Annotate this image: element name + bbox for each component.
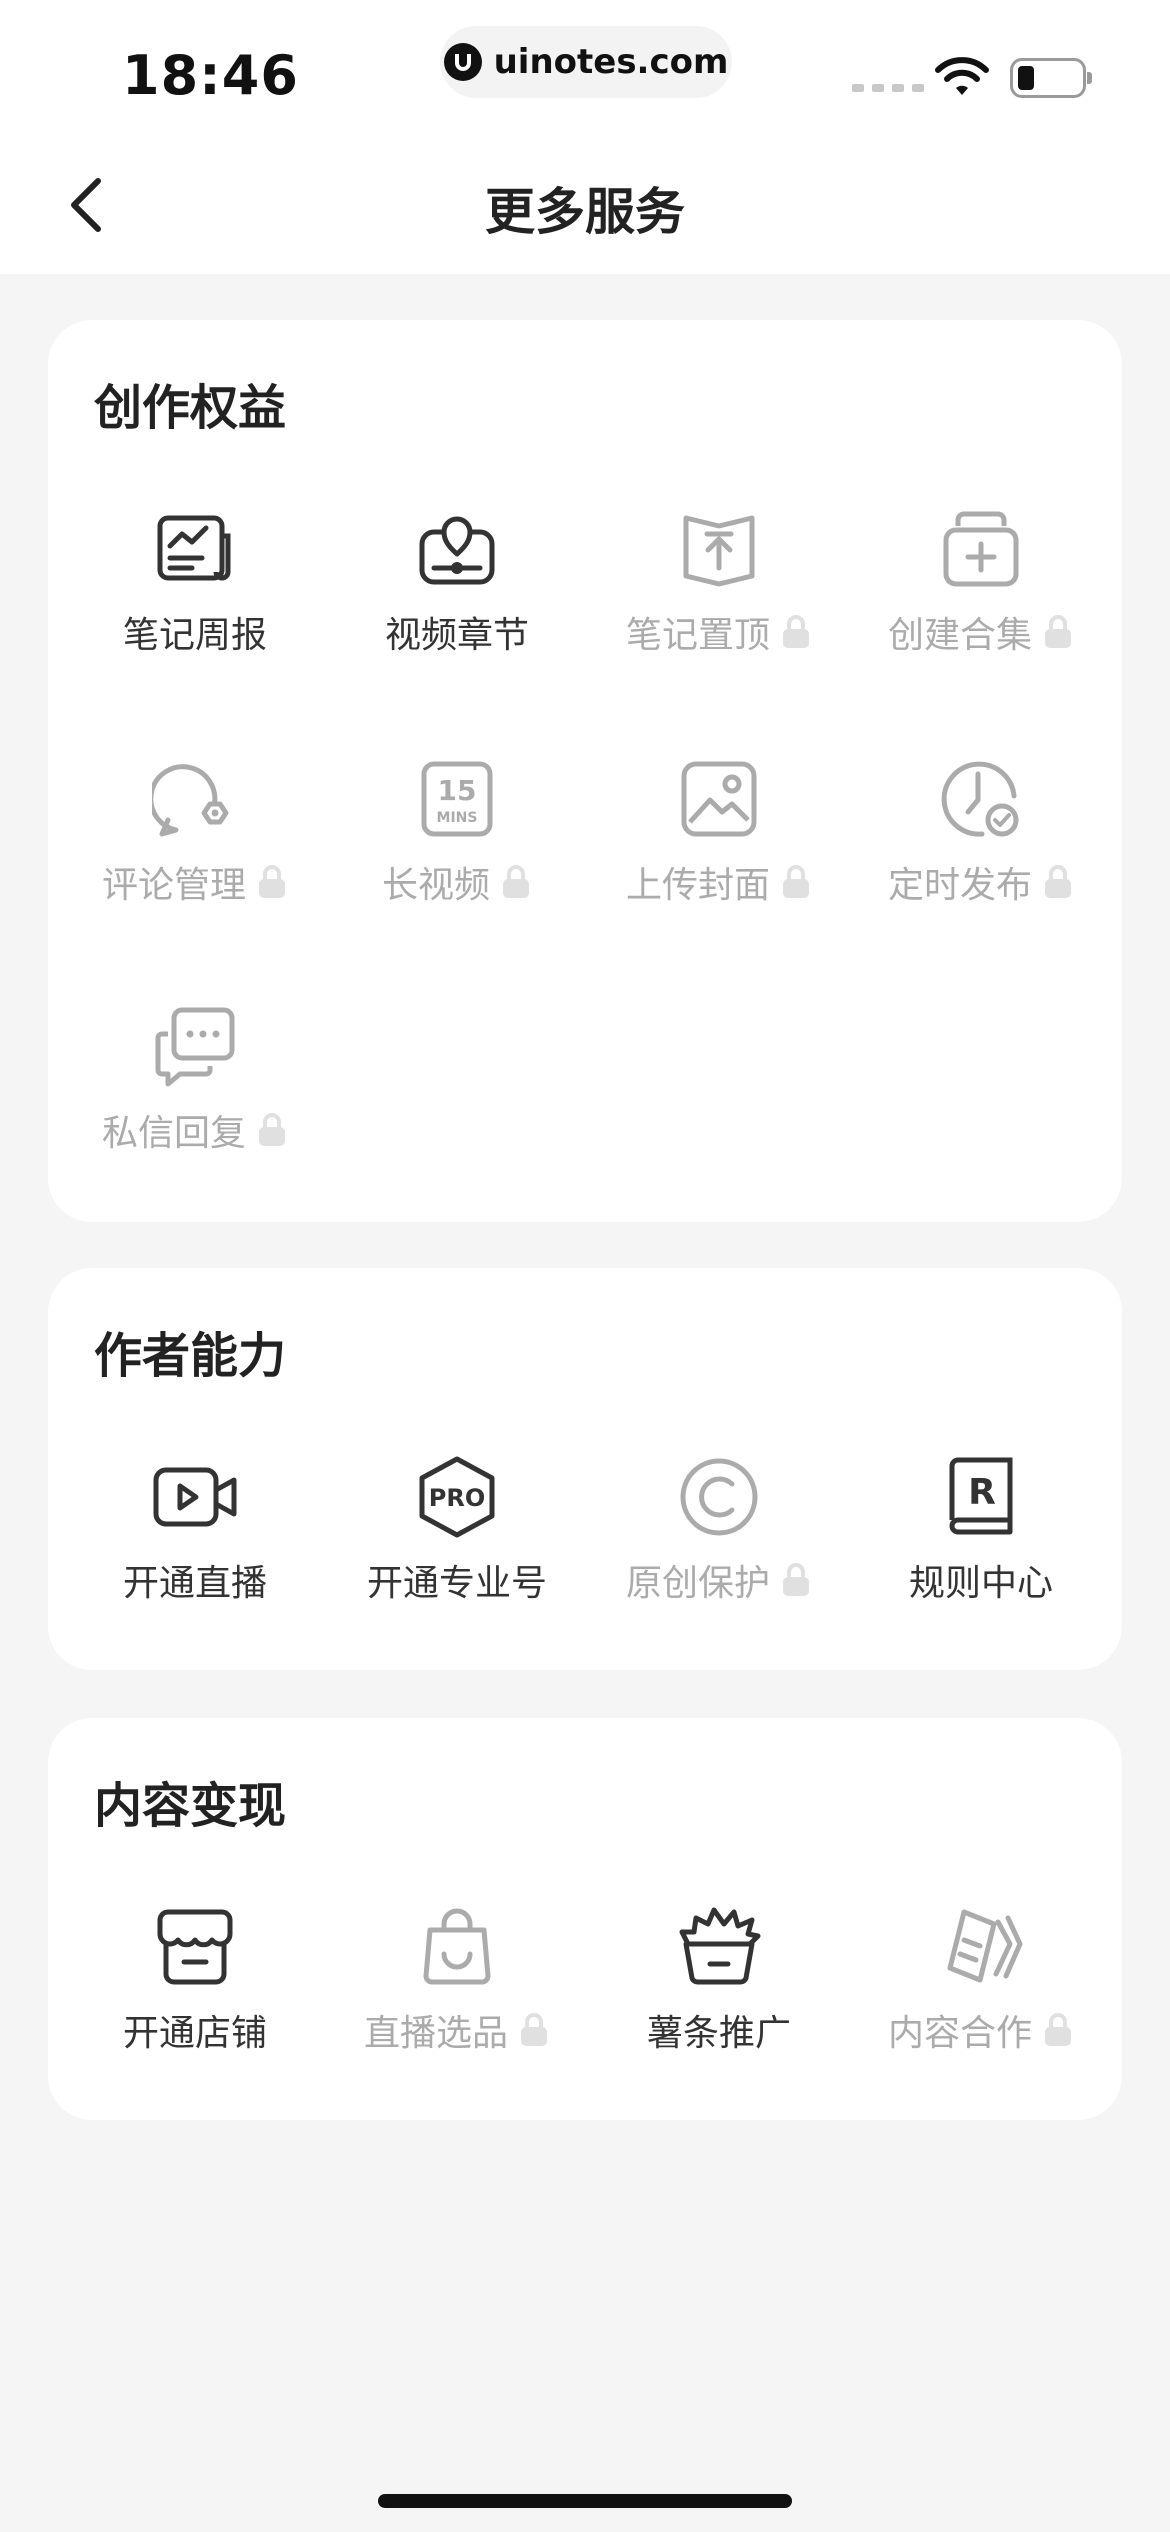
home-indicator [378,2494,792,2508]
lock-icon [1045,865,1071,898]
service-label: 原创保护 [625,1563,770,1604]
wifi-icon [935,57,989,95]
service-pin-top[interactable]: 笔记置顶 [588,506,850,686]
service-label: 薯条推广 [646,2013,791,2054]
shopping-bag-icon [423,1908,491,1985]
page-title: 更多服务 [485,183,685,241]
svg-text:PRO: PRO [429,1484,485,1512]
service-label: 创建合集 [887,615,1032,656]
weekly-report-icon [157,515,231,581]
service-message-reply[interactable]: 私信回复 [64,1004,326,1184]
service-label: 笔记置顶 [625,615,770,656]
lock-icon [783,1563,809,1596]
lock-icon [1045,2013,1071,2046]
site-logo-icon [443,43,482,81]
service-long-video[interactable]: 15 MINS 长视频 [326,756,588,936]
lock-icon [259,865,285,898]
content-coop-icon [947,1909,1023,1983]
lock-icon [783,865,809,898]
service-label: 开通直播 [122,1563,267,1604]
service-label: 视频章节 [384,615,529,656]
section-title: 内容变现 [94,1778,287,1834]
service-rule-center[interactable]: R 规则中心 [850,1454,1112,1634]
service-fries-promotion[interactable]: 薯条推广 [588,1904,850,2084]
card-author-abilities: 作者能力 开通直播 PRO 开通专业号 原创保护 R 规则中心 [48,1268,1122,1670]
live-video-icon [153,1467,237,1527]
battery-icon [1010,58,1092,98]
service-copyright-protect[interactable]: 原创保护 [588,1454,850,1634]
svg-text:R: R [968,1472,996,1513]
service-video-chapter[interactable]: 视频章节 [326,506,588,686]
copyright-icon [680,1458,758,1536]
service-comment-manage[interactable]: 评论管理 [64,756,326,936]
service-label: 评论管理 [101,865,246,906]
card-content-monetization: 内容变现 开通店铺 直播选品 薯条推广 内容合作 [48,1718,1122,2120]
scheduled-publish-icon [941,761,1019,837]
service-label: 上传封面 [625,865,770,906]
store-icon [157,1909,233,1985]
pin-top-icon [683,515,755,587]
status-time: 18:46 [122,44,299,107]
url-text: uinotes.com [493,42,729,82]
rule-book-icon: R [949,1457,1013,1535]
svg-text:MINS: MINS [437,810,478,826]
service-label: 内容合作 [887,2013,1032,2054]
section-title: 创作权益 [94,380,287,436]
service-label: 私信回复 [101,1113,246,1154]
lock-icon [521,2013,547,2046]
service-upload-cover[interactable]: 上传封面 [588,756,850,936]
service-open-live[interactable]: 开通直播 [64,1454,326,1634]
url-pill[interactable]: uinotes.com [440,26,732,98]
service-open-pro[interactable]: PRO 开通专业号 [326,1454,588,1634]
service-label: 长视频 [381,865,490,906]
message-reply-icon [155,1007,235,1087]
service-content-cooperation[interactable]: 内容合作 [850,1904,1112,2084]
create-collection-icon [943,511,1019,587]
nav-header: 更多服务 [0,140,1170,274]
upload-cover-icon [681,761,757,837]
service-live-product[interactable]: 直播选品 [326,1904,588,2084]
signal-icon [852,84,924,92]
service-label: 规则中心 [908,1563,1053,1604]
service-create-collection[interactable]: 创建合集 [850,506,1112,686]
card-creation-rights: 创作权益 笔记周报 视频章节 笔记置顶 创建合集 评论管理 15 MINS 长视… [48,320,1122,1222]
svg-text:15: 15 [438,774,477,807]
video-chapter-icon [419,516,495,585]
lock-icon [259,1113,285,1146]
pro-badge-icon: PRO [419,1456,495,1538]
service-label: 直播选品 [363,2013,508,2054]
lock-icon [503,865,529,898]
status-bar: 18:46 uinotes.com [0,0,1170,140]
service-open-store[interactable]: 开通店铺 [64,1904,326,2084]
service-weekly-report[interactable]: 笔记周报 [64,506,326,686]
lock-icon [1045,615,1071,648]
comment-manage-icon [152,764,229,837]
fries-promo-icon [679,1907,761,1985]
long-video-icon: 15 MINS [421,761,493,837]
service-label: 笔记周报 [122,615,267,656]
section-title: 作者能力 [94,1328,287,1384]
service-label: 开通专业号 [366,1563,547,1604]
service-scheduled-publish[interactable]: 定时发布 [850,756,1112,936]
service-label: 定时发布 [887,865,1032,906]
service-label: 开通店铺 [122,2013,267,2054]
lock-icon [783,615,809,648]
